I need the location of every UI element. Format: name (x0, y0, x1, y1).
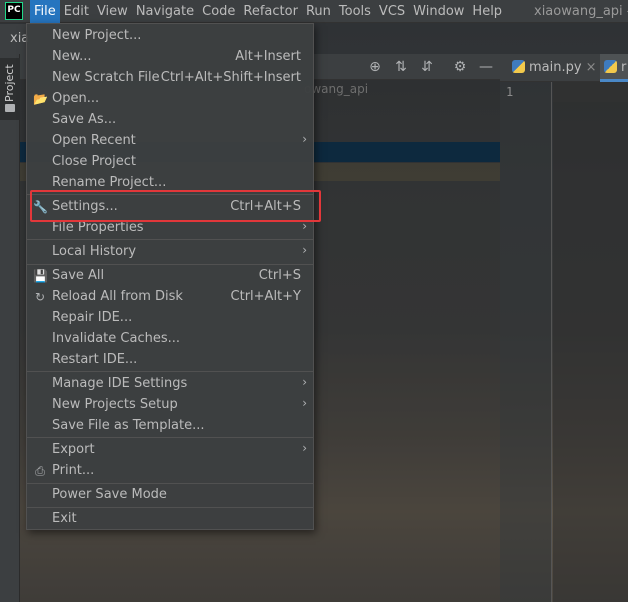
menu-run[interactable]: Run (302, 0, 335, 23)
save-icon: 💾 (33, 269, 48, 283)
tab-main-py[interactable]: main.py × (508, 54, 596, 82)
menu-item-label: Restart IDE... (52, 352, 138, 367)
menu-item-new-projects-setup[interactable]: New Projects Setup › (27, 395, 313, 416)
menu-item-label: New Project... (52, 28, 142, 43)
menu-item-label: Close Project (52, 154, 137, 169)
menu-item-label: Invalidate Caches... (52, 331, 181, 346)
menu-item-label: Repair IDE... (52, 310, 133, 325)
python-file-icon (604, 60, 617, 73)
menu-item-label: File Properties (52, 220, 144, 235)
menu-separator (27, 507, 313, 508)
menu-item-label: Save File as Template... (52, 418, 205, 433)
menu-item-manage-ide-settings[interactable]: Manage IDE Settings › (27, 374, 313, 395)
menu-item-power-save-mode[interactable]: Power Save Mode (27, 485, 313, 506)
menu-help[interactable]: Help (468, 0, 506, 23)
menu-navigate[interactable]: Navigate (132, 0, 198, 23)
menu-item-label: Save As... (52, 112, 117, 127)
menu-item-label: Exit (52, 511, 77, 526)
reload-icon: ↻ (34, 290, 46, 304)
menu-item-label: Reload All from Disk (52, 289, 183, 304)
menu-item-label: New... (52, 49, 92, 64)
expand-all-icon[interactable]: ⇅ (391, 57, 411, 77)
menu-separator (27, 483, 313, 484)
menu-item-label: Print... (52, 463, 95, 478)
file-menu-dropdown: New Project... New... Alt+Insert New Scr… (26, 23, 314, 530)
menu-code[interactable]: Code (198, 0, 239, 23)
folder-icon (5, 104, 15, 112)
close-icon[interactable]: × (586, 60, 597, 75)
menu-item-print[interactable]: ⎙ Print... (27, 461, 313, 482)
submenu-arrow-icon: › (302, 132, 307, 146)
menu-item-save-all[interactable]: 💾 Save All Ctrl+S (27, 266, 313, 287)
menu-item-label: Local History (52, 244, 137, 259)
tab-label: r (621, 60, 627, 75)
menu-item-new[interactable]: New... Alt+Insert (27, 47, 313, 68)
menu-item-label: Export (52, 442, 95, 457)
menu-item-open[interactable]: 📂 Open... (27, 89, 313, 110)
line-number: 1 (506, 85, 514, 99)
menu-item-exit[interactable]: Exit (27, 509, 313, 530)
menu-view[interactable]: View (93, 0, 132, 23)
menu-separator (27, 437, 313, 438)
menu-file[interactable]: File (30, 0, 60, 23)
menu-separator (27, 264, 313, 265)
tab-second-file[interactable]: r (600, 54, 628, 82)
menu-item-new-scratch-file[interactable]: New Scratch File Ctrl+Alt+Shift+Insert (27, 68, 313, 89)
menu-item-label: Open Recent (52, 133, 136, 148)
menu-item-shortcut: Ctrl+Alt+Y (230, 289, 301, 304)
menu-item-label: New Projects Setup (52, 397, 178, 412)
menu-item-new-project[interactable]: New Project... (27, 26, 313, 47)
menu-item-local-history[interactable]: Local History › (27, 242, 313, 263)
menu-item-save-file-as-template[interactable]: Save File as Template... (27, 416, 313, 437)
submenu-arrow-icon: › (302, 243, 307, 257)
tab-label: main.py (529, 60, 582, 75)
current-line-highlight (553, 82, 628, 102)
submenu-arrow-icon: › (302, 375, 307, 389)
pycharm-logo-icon: PC (5, 2, 23, 20)
menu-item-save-as[interactable]: Save As... (27, 110, 313, 131)
menu-item-label: Open... (52, 91, 100, 106)
menu-item-export[interactable]: Export › (27, 440, 313, 461)
project-tool-label: Project (3, 64, 16, 102)
menu-item-label: Manage IDE Settings (52, 376, 188, 391)
menu-vcs[interactable]: VCS (375, 0, 409, 23)
menu-item-invalidate-caches[interactable]: Invalidate Caches... (27, 329, 313, 350)
submenu-arrow-icon: › (302, 441, 307, 455)
menu-window[interactable]: Window (409, 0, 468, 23)
menu-edit[interactable]: Edit (60, 0, 93, 23)
menu-item-label: Rename Project... (52, 175, 167, 190)
menu-item-repair-ide[interactable]: Repair IDE... (27, 308, 313, 329)
code-editor[interactable] (553, 82, 628, 602)
collapse-all-icon[interactable]: ⇵ (417, 57, 437, 77)
menu-item-reload-all[interactable]: ↻ Reload All from Disk Ctrl+Alt+Y (27, 287, 313, 308)
menu-item-label: Save All (52, 268, 105, 283)
menu-item-label: New Scratch File (52, 70, 160, 85)
menu-item-close-project[interactable]: Close Project (27, 152, 313, 173)
menu-item-label: Power Save Mode (52, 487, 167, 502)
menu-tools[interactable]: Tools (335, 0, 375, 23)
window-title: xiaowang_api - (534, 4, 628, 19)
settings-highlight-box (30, 190, 321, 222)
menu-item-shortcut: Ctrl+Alt+Shift+Insert (160, 70, 301, 85)
menu-item-open-recent[interactable]: Open Recent › (27, 131, 313, 152)
gear-icon[interactable]: ⚙ (450, 57, 470, 77)
menu-separator (27, 239, 313, 240)
left-tool-stripe (0, 54, 20, 602)
menu-refactor[interactable]: Refactor (239, 0, 302, 23)
print-icon: ⎙ (35, 464, 45, 478)
hide-panel-icon[interactable]: — (476, 57, 496, 77)
menu-item-shortcut: Alt+Insert (235, 49, 301, 64)
submenu-arrow-icon: › (302, 396, 307, 410)
editor-gutter (500, 82, 552, 602)
menu-item-shortcut: Ctrl+S (258, 268, 301, 283)
folder-icon: 📂 (33, 92, 48, 106)
logo-text: PC (7, 5, 21, 15)
locate-icon[interactable]: ⊕ (365, 57, 385, 77)
python-file-icon (512, 60, 525, 73)
menu-separator (27, 371, 313, 372)
menu-item-restart-ide[interactable]: Restart IDE... (27, 350, 313, 371)
